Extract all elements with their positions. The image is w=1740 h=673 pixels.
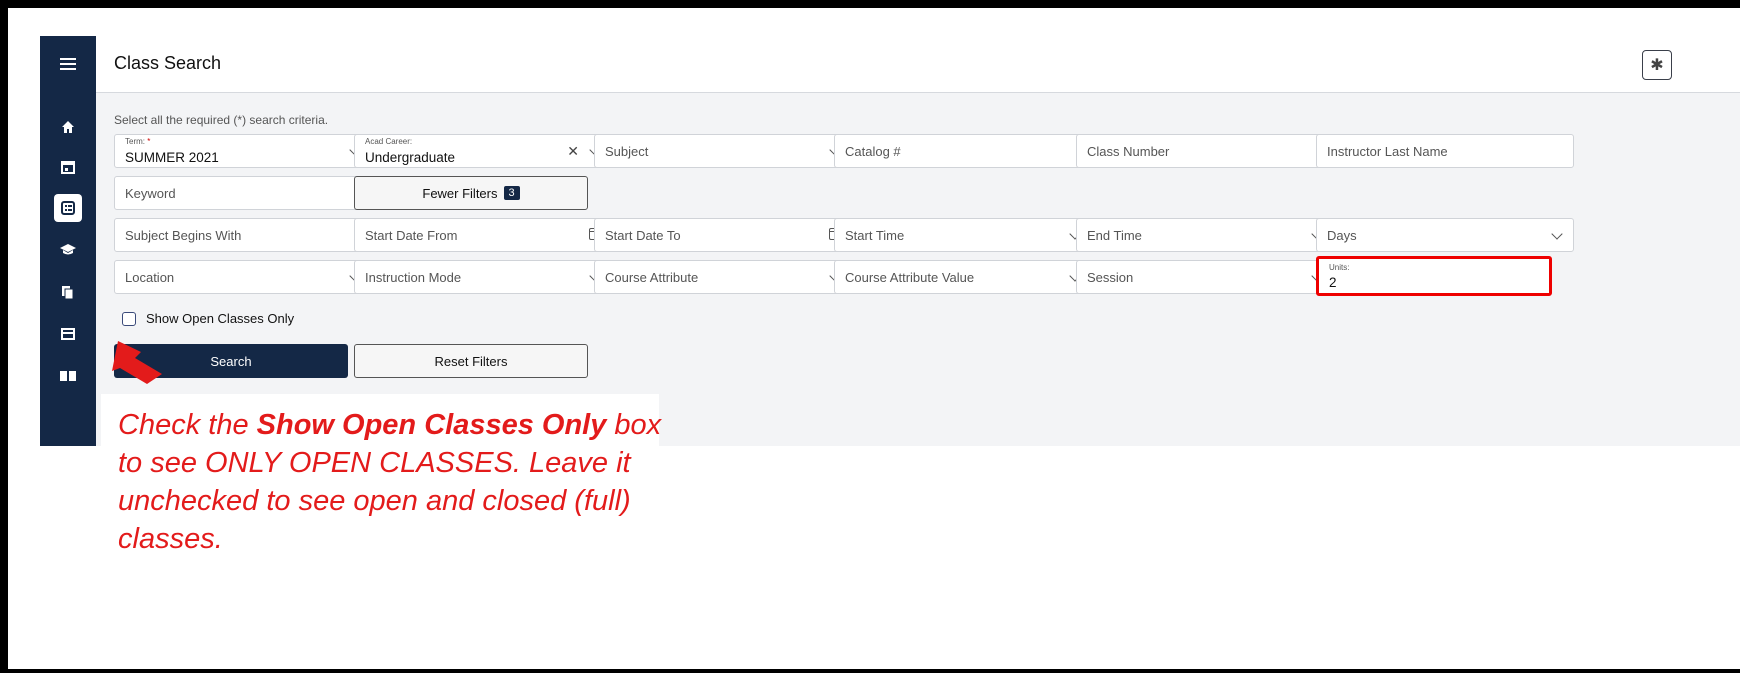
instruction-mode-select[interactable]: Instruction Mode — [354, 260, 612, 294]
units-label: Units: — [1329, 263, 1350, 272]
instructor-last-name-input[interactable]: Instructor Last Name — [1316, 134, 1574, 168]
start-date-to-placeholder: Start Date To — [605, 228, 681, 243]
days-placeholder: Days — [1327, 228, 1357, 243]
acad-career-select[interactable]: Acad Career: Undergraduate ✕ — [354, 134, 612, 168]
days-select[interactable]: Days — [1316, 218, 1574, 252]
screenshot-frame: Class Search ✱ Select all the required (… — [8, 8, 1740, 669]
subject-select[interactable]: Subject — [594, 134, 852, 168]
subject-placeholder: Subject — [605, 144, 649, 159]
course-attribute-value-placeholder: Course Attribute Value — [845, 270, 975, 285]
end-time-select[interactable]: End Time — [1076, 218, 1334, 252]
session-select[interactable]: Session — [1076, 260, 1334, 294]
start-date-to-input[interactable]: Start Date To — [594, 218, 852, 252]
acad-career-label: Acad Career: — [365, 137, 413, 146]
settings-button[interactable]: ✱ — [1642, 50, 1672, 80]
start-date-from-input[interactable]: Start Date From — [354, 218, 612, 252]
session-placeholder: Session — [1087, 270, 1134, 285]
course-attribute-placeholder: Course Attribute — [605, 270, 699, 285]
annotation-text-start: Check the — [118, 409, 257, 441]
acad-career-value: Undergraduate — [365, 150, 456, 165]
instruction-mode-placeholder: Instruction Mode — [365, 270, 462, 285]
red-arrow-annotation — [112, 341, 162, 384]
course-attribute-value-select[interactable]: Course Attribute Value — [834, 260, 1092, 294]
annotation-text-bold: Show Open Classes Only — [256, 409, 607, 441]
annotation-text: Check the Show Open Classes Only box to … — [118, 406, 678, 558]
fewer-filters-label: Fewer Filters — [422, 185, 498, 201]
gear-icon: ✱ — [1650, 57, 1664, 74]
units-value: 2 — [1329, 275, 1337, 290]
clear-icon[interactable]: ✕ — [567, 143, 579, 160]
course-attribute-select[interactable]: Course Attribute — [594, 260, 852, 294]
main-content: Class Search ✱ Select all the required (… — [96, 36, 1740, 446]
class-number-input[interactable]: Class Number — [1076, 134, 1334, 168]
filter-count-badge: 3 — [503, 186, 520, 200]
chevron-down-icon — [1551, 228, 1563, 240]
instructor-placeholder: Instructor Last Name — [1327, 144, 1448, 159]
class-number-placeholder: Class Number — [1087, 144, 1170, 159]
catalog-placeholder: Catalog # — [845, 144, 901, 159]
units-input[interactable]: Units: 2 — [1316, 256, 1552, 296]
canvas: Class Search ✱ Select all the required (… — [0, 0, 1740, 673]
reset-filters-button[interactable]: Reset Filters — [354, 344, 588, 378]
top-bar: Class Search ✱ — [96, 36, 1740, 93]
class-search-app: Class Search ✱ Select all the required (… — [40, 36, 1740, 446]
end-time-placeholder: End Time — [1087, 228, 1142, 243]
start-time-select[interactable]: Start Time — [834, 218, 1092, 252]
catalog-number-input[interactable]: Catalog # — [834, 134, 1092, 168]
fewer-filters-button[interactable]: Fewer Filters 3 — [354, 176, 588, 210]
start-date-from-placeholder: Start Date From — [365, 228, 458, 243]
start-time-placeholder: Start Time — [845, 228, 905, 243]
